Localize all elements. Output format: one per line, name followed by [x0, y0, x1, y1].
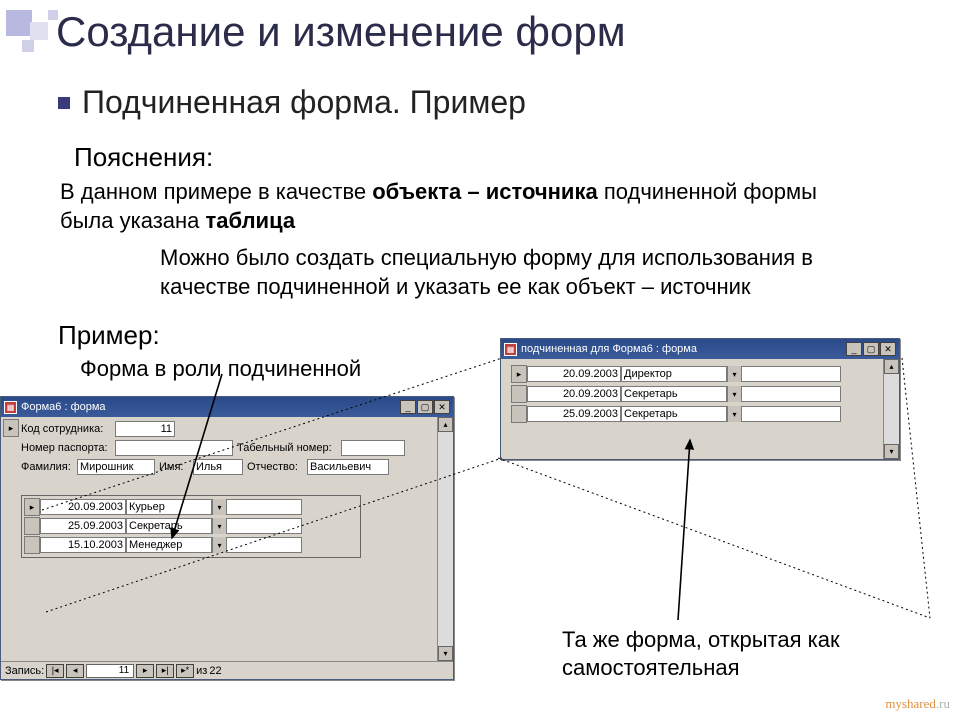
- role-value[interactable]: Секретарь: [621, 406, 727, 422]
- dropdown-icon[interactable]: ▾: [727, 366, 741, 382]
- example-label: Пример:: [58, 320, 160, 351]
- tabel-label: Табельный номер:: [237, 442, 337, 454]
- middlename-label: Отчество:: [247, 461, 303, 473]
- extra-field[interactable]: [741, 406, 841, 422]
- role-combo[interactable]: Курьер ▾: [126, 499, 226, 515]
- main-form-window: ▦ Форма6 : форма _ ▢ ✕ ▸ Код сотрудника:…: [0, 396, 454, 680]
- scroll-down-icon[interactable]: ▾: [884, 444, 899, 459]
- extra-field[interactable]: [741, 366, 841, 382]
- bullet-icon: [58, 97, 70, 109]
- close-button[interactable]: ✕: [880, 342, 896, 356]
- nav-next-button[interactable]: ▸: [136, 664, 154, 678]
- vertical-scrollbar[interactable]: ▴ ▾: [437, 417, 453, 661]
- slide-subtitle-text: Подчиненная форма. Пример: [82, 84, 526, 121]
- date-field[interactable]: 15.10.2003: [40, 537, 126, 553]
- record-navigator: Запись: |◂ ◂ 11 ▸ ▸| ▸* из 22: [1, 661, 453, 679]
- row-selector[interactable]: [24, 517, 40, 535]
- minimize-button[interactable]: _: [846, 342, 862, 356]
- lastname-field[interactable]: Мирошник: [77, 459, 155, 475]
- dropdown-icon[interactable]: ▾: [212, 499, 226, 515]
- role-value[interactable]: Курьер: [126, 499, 212, 515]
- row-selector[interactable]: [511, 385, 527, 403]
- role-combo[interactable]: Секретарь ▾: [621, 386, 741, 402]
- extra-field[interactable]: [226, 537, 302, 553]
- slide-subtitle: Подчиненная форма. Пример: [58, 84, 526, 121]
- row-selector[interactable]: ▸: [24, 498, 40, 516]
- nav-prev-button[interactable]: ◂: [66, 664, 84, 678]
- form-icon: ▦: [504, 343, 517, 356]
- close-button[interactable]: ✕: [434, 400, 450, 414]
- notes-paragraph-1: В данном примере в качестве объекта – ис…: [60, 178, 860, 235]
- nav-of-label: из: [196, 665, 207, 677]
- subform-titlebar[interactable]: ▦ подчиненная для Форма6 : форма _ ▢ ✕: [501, 339, 899, 359]
- dropdown-icon[interactable]: ▾: [212, 537, 226, 553]
- subform-row: 15.10.2003 Менеджер ▾: [24, 536, 358, 554]
- extra-field[interactable]: [226, 499, 302, 515]
- code-field[interactable]: 11: [115, 421, 175, 437]
- role-value[interactable]: Секретарь: [126, 518, 212, 534]
- minimize-button[interactable]: _: [400, 400, 416, 414]
- row-selector[interactable]: [511, 405, 527, 423]
- date-field[interactable]: 25.09.2003: [527, 406, 621, 422]
- lastname-label: Фамилия:: [21, 461, 73, 473]
- role-value[interactable]: Директор: [621, 366, 727, 382]
- date-field[interactable]: 25.09.2003: [40, 518, 126, 534]
- nav-first-button[interactable]: |◂: [46, 664, 64, 678]
- subform-row: 25.09.2003 Секретарь ▾: [511, 405, 875, 423]
- role-combo[interactable]: Менеджер ▾: [126, 537, 226, 553]
- notes-label: Пояснения:: [74, 142, 213, 173]
- same-form-caption: Та же форма, открытая как самостоятельна…: [562, 626, 960, 681]
- passport-field[interactable]: [115, 440, 233, 456]
- maximize-button[interactable]: ▢: [863, 342, 879, 356]
- subform-row: ▸ 20.09.2003 Директор ▾: [511, 365, 875, 383]
- vertical-scrollbar[interactable]: ▴ ▾: [883, 359, 899, 459]
- role-combo[interactable]: Директор ▾: [621, 366, 741, 382]
- nav-new-button[interactable]: ▸*: [176, 664, 194, 678]
- subform-row: 20.09.2003 Секретарь ▾: [511, 385, 875, 403]
- firstname-field[interactable]: Илья: [193, 459, 243, 475]
- role-combo[interactable]: Секретарь ▾: [621, 406, 741, 422]
- record-selector[interactable]: ▸: [3, 419, 19, 437]
- slide-title: Создание и изменение форм: [56, 8, 626, 56]
- extra-field[interactable]: [226, 518, 302, 534]
- subform-window: ▦ подчиненная для Форма6 : форма _ ▢ ✕ ▸…: [500, 338, 900, 460]
- subform-row: 25.09.2003 Секретарь ▾: [24, 517, 358, 535]
- embedded-subform: ▸ 20.09.2003 Курьер ▾ 25.09.2003 Секрета…: [21, 495, 361, 558]
- code-label: Код сотрудника:: [21, 423, 111, 435]
- nav-total: 22: [209, 665, 221, 677]
- date-field[interactable]: 20.09.2003: [527, 366, 621, 382]
- form-icon: ▦: [4, 401, 17, 414]
- main-titlebar[interactable]: ▦ Форма6 : форма _ ▢ ✕: [1, 397, 453, 417]
- subform-title: подчиненная для Форма6 : форма: [521, 343, 697, 355]
- role-combo[interactable]: Секретарь ▾: [126, 518, 226, 534]
- maximize-button[interactable]: ▢: [417, 400, 433, 414]
- date-field[interactable]: 20.09.2003: [40, 499, 126, 515]
- row-selector[interactable]: [24, 536, 40, 554]
- nav-last-button[interactable]: ▸|: [156, 664, 174, 678]
- role-value[interactable]: Менеджер: [126, 537, 212, 553]
- dropdown-icon[interactable]: ▾: [727, 406, 741, 422]
- example-sub-label: Форма в роли подчиненной: [80, 356, 361, 382]
- nav-current[interactable]: 11: [86, 664, 134, 678]
- date-field[interactable]: 20.09.2003: [527, 386, 621, 402]
- passport-label: Номер паспорта:: [21, 442, 111, 454]
- scroll-up-icon[interactable]: ▴: [438, 417, 453, 432]
- dropdown-icon[interactable]: ▾: [727, 386, 741, 402]
- extra-field[interactable]: [741, 386, 841, 402]
- middlename-field[interactable]: Васильевич: [307, 459, 389, 475]
- nav-label: Запись:: [5, 665, 44, 677]
- tabel-field[interactable]: [341, 440, 405, 456]
- scroll-up-icon[interactable]: ▴: [884, 359, 899, 374]
- notes-paragraph-2: Можно было создать специальную форму для…: [160, 244, 900, 301]
- dropdown-icon[interactable]: ▾: [212, 518, 226, 534]
- role-value[interactable]: Секретарь: [621, 386, 727, 402]
- scroll-down-icon[interactable]: ▾: [438, 646, 453, 661]
- subform-row: ▸ 20.09.2003 Курьер ▾: [24, 498, 358, 516]
- firstname-label: Имя:: [159, 461, 189, 473]
- watermark: myshared.ru: [885, 696, 950, 712]
- main-title: Форма6 : форма: [21, 401, 106, 413]
- row-selector[interactable]: ▸: [511, 365, 527, 383]
